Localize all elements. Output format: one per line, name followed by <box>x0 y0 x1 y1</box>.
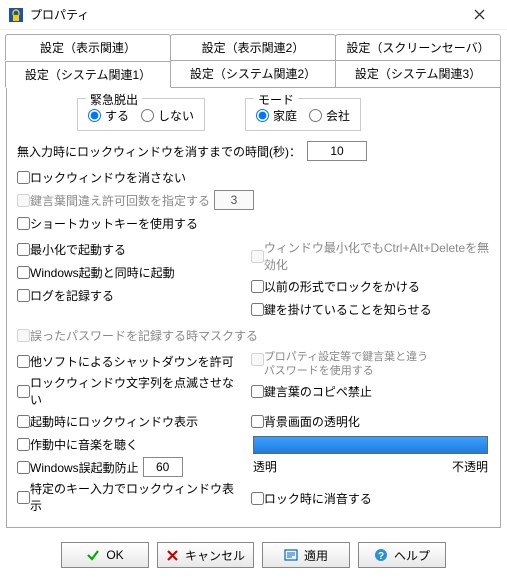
checkbox-shortcut[interactable] <box>17 217 30 230</box>
label-notify-lock: 鍵を掛けていることを知らせる <box>264 301 432 318</box>
checkbox-misstart[interactable] <box>17 461 30 474</box>
checkbox-old-lock[interactable] <box>251 280 264 293</box>
label-no-copy-key: 鍵言葉のコピペ禁止 <box>264 383 372 400</box>
label-start-min: 最小化で起動する <box>30 241 126 258</box>
tab-system-2[interactable]: 設定（システム関連2） <box>170 60 336 87</box>
label-no-blink: ロックウィンドウ文字列を点滅させない <box>30 374 245 408</box>
tab-system-1[interactable]: 設定（システム関連1） <box>5 61 171 88</box>
checkbox-bg-transparent[interactable] <box>251 415 264 428</box>
radio-label: しない <box>158 107 194 124</box>
check-icon <box>86 548 100 562</box>
tab-strip: 設定（表示関連） 設定（表示関連2） 設定（スクリーンセーバ） 設定（システム関… <box>6 34 501 87</box>
checkbox-no-copy-key[interactable] <box>251 385 264 398</box>
x-icon <box>166 549 179 562</box>
group-emergency-exit: 緊急脱出 する しない <box>77 98 205 131</box>
slider-track[interactable] <box>253 436 488 454</box>
help-button[interactable]: ? ヘルプ <box>358 542 446 568</box>
checkbox-no-blink[interactable] <box>17 385 30 398</box>
row-shortcut: ショートカットキーを使用する <box>17 213 490 233</box>
timeout-row: 無入力時にロックウィンドウを消すまでの時間(秒)： <box>17 141 490 161</box>
radio-mode-office[interactable]: 会社 <box>309 107 350 124</box>
label-shortcut: ショートカットキーを使用する <box>30 215 198 232</box>
group-emergency-title: 緊急脱出 <box>86 91 142 108</box>
checkbox-show-on-start[interactable] <box>17 415 30 428</box>
label-music: 作動中に音楽を聴く <box>30 436 138 453</box>
close-icon <box>474 9 485 20</box>
titlebar: プロパティ <box>0 0 507 30</box>
label-misstart: Windows誤起動防止 <box>30 459 139 476</box>
checkbox-mistake-limit <box>17 194 30 207</box>
timeout-label: 無入力時にロックウィンドウを消すまでの時間(秒)： <box>17 143 301 160</box>
help-label: ヘルプ <box>394 547 430 564</box>
window-title: プロパティ <box>30 6 459 23</box>
label-allow-shutdown: 他ソフトによるシャットダウンを許可 <box>30 353 234 370</box>
radio-emergency-on-input[interactable] <box>88 109 101 122</box>
row-noclear: ロックウィンドウを消さない <box>17 167 490 187</box>
checkbox-start-min[interactable] <box>17 243 30 256</box>
apply-label: 適用 <box>304 547 328 564</box>
apply-button[interactable]: 適用 <box>262 542 350 568</box>
group-mode-title: モード <box>254 91 298 108</box>
cancel-label: キャンセル <box>185 547 245 564</box>
tab-system-3[interactable]: 設定（システム関連3） <box>335 60 501 87</box>
ok-button[interactable]: OK <box>61 542 149 568</box>
close-button[interactable] <box>459 1 499 29</box>
label-log: ログを記録する <box>30 287 114 304</box>
checkbox-mute-on-lock[interactable] <box>251 492 264 505</box>
label-mistake-limit: 鍵言葉間違え許可回数を指定する <box>30 192 210 209</box>
radio-label: 家庭 <box>273 107 297 124</box>
checkbox-min-ctrl <box>251 250 264 263</box>
label-autostart: Windows起動と同時に起動 <box>30 264 175 281</box>
apply-icon <box>284 548 298 562</box>
label-mask: 誤ったパスワードを記録する時マスクする <box>30 327 258 344</box>
dialog-footer: OK キャンセル 適用 ? ヘルプ <box>0 534 507 578</box>
label-bg-transparent: 背景画面の透明化 <box>264 413 360 430</box>
row-mask: 誤ったパスワードを記録する時マスクする <box>17 325 490 345</box>
settings-panel: 緊急脱出 する しない モード 家庭 <box>6 87 501 528</box>
svg-text:?: ? <box>378 551 384 562</box>
radio-mode-office-input[interactable] <box>309 109 322 122</box>
checkbox-notify-lock[interactable] <box>251 303 264 316</box>
label-old-lock: 以前の形式でロックをかける <box>264 278 420 295</box>
tab-display-2[interactable]: 設定（表示関連2） <box>170 34 336 60</box>
app-icon <box>8 7 24 23</box>
slider-label-left: 透明 <box>253 458 277 475</box>
transparency-slider[interactable]: 透明 不透明 <box>251 436 490 475</box>
checkbox-prop-pwd <box>251 353 264 366</box>
checkbox-specific-key[interactable] <box>17 491 30 504</box>
checkbox-log[interactable] <box>17 289 30 302</box>
label-mute-on-lock: ロック時に消音する <box>264 490 372 507</box>
checkbox-mask <box>17 329 30 342</box>
spin-misstart[interactable] <box>143 457 183 477</box>
radio-label: 会社 <box>326 107 350 124</box>
spin-mistake-limit <box>214 190 254 210</box>
checkbox-autostart[interactable] <box>17 266 30 279</box>
radio-mode-home[interactable]: 家庭 <box>256 107 297 124</box>
label-noclear: ロックウィンドウを消さない <box>30 169 186 186</box>
checkbox-music[interactable] <box>17 438 30 451</box>
slider-label-right: 不透明 <box>452 458 488 475</box>
checkbox-noclear[interactable] <box>17 171 30 184</box>
radio-emergency-off-input[interactable] <box>141 109 154 122</box>
row-mistake-limit: 鍵言葉間違え許可回数を指定する <box>17 190 490 210</box>
label-min-ctrl: ウィンドウ最小化でもCtrl+Alt+Deleteを無効化 <box>264 239 490 273</box>
tab-display-1[interactable]: 設定（表示関連） <box>5 34 171 60</box>
cancel-button[interactable]: キャンセル <box>157 542 254 568</box>
group-mode: モード 家庭 会社 <box>245 98 361 131</box>
help-icon: ? <box>374 548 388 562</box>
label-specific-key: 特定のキー入力でロックウィンドウ表示 <box>30 480 245 514</box>
label-show-on-start: 起動時にロックウィンドウ表示 <box>30 413 198 430</box>
checkbox-allow-shutdown[interactable] <box>17 355 30 368</box>
tab-screensaver[interactable]: 設定（スクリーンセーバ） <box>335 34 501 60</box>
radio-label: する <box>105 107 129 124</box>
radio-emergency-off[interactable]: しない <box>141 107 194 124</box>
timeout-input[interactable] <box>307 141 367 161</box>
radio-emergency-on[interactable]: する <box>88 107 129 124</box>
label-prop-pwd: プロパティ設定等で鍵言葉と違う パスワードを使用する <box>264 351 428 379</box>
radio-mode-home-input[interactable] <box>256 109 269 122</box>
ok-label: OK <box>106 548 123 562</box>
